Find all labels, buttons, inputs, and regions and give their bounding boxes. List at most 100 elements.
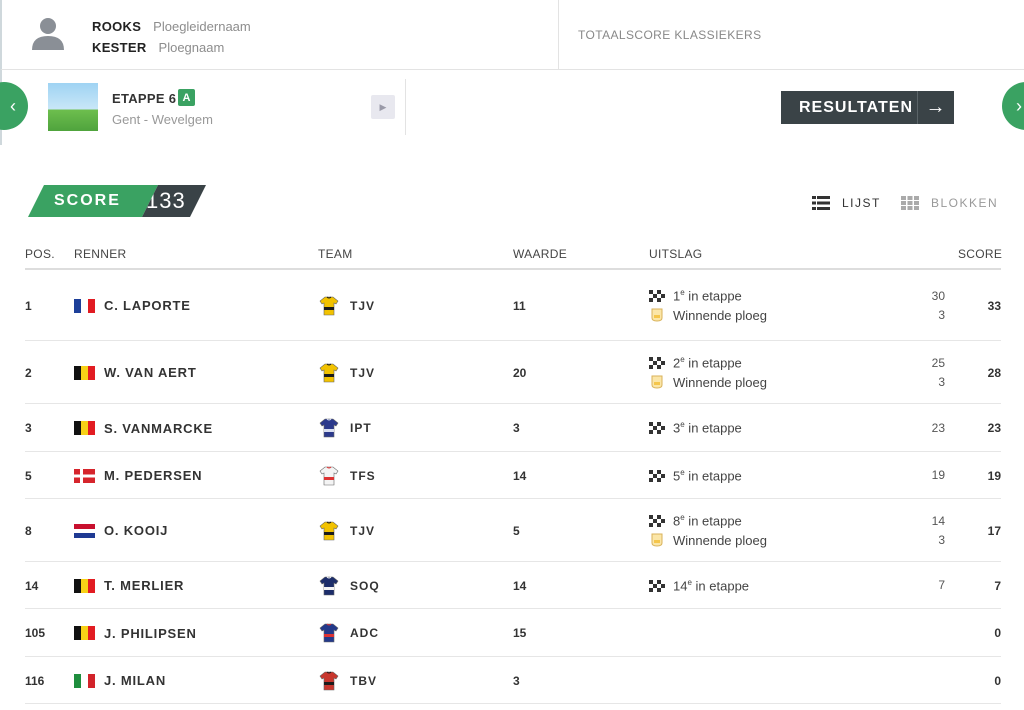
result-text-main: Winnende ploeg (673, 532, 767, 548)
result-points: 7 (905, 576, 945, 595)
results-label: RESULTATEN (799, 99, 913, 116)
table-row[interactable]: 116 J. MILAN TBV 3 0 (25, 657, 1001, 704)
chevron-right-icon: › (1016, 95, 1022, 116)
stage-expand-button[interactable]: ▶ (371, 95, 395, 119)
team-code: ADC (350, 626, 379, 640)
chevron-left-icon: ‹ (10, 95, 16, 116)
result-points-value: 3 (938, 532, 945, 547)
rider-name[interactable]: J. MILAN (104, 673, 166, 689)
team-code: IPT (350, 421, 372, 435)
result-points-value: 14 (931, 513, 945, 528)
top-bar: ROOKS Ploegleidernaam KESTER Ploegnaam TOT… (0, 0, 1024, 70)
rider-score: 23 (987, 421, 1001, 435)
rider-position: 1 (25, 298, 32, 313)
result-text-suffix: in etappe (684, 513, 742, 529)
result-points-value: 7 (938, 578, 945, 592)
rider-value: 11 (513, 298, 526, 313)
country-flag-icon (74, 626, 95, 640)
col-pos: POS. (25, 247, 55, 261)
table-row[interactable]: 5 M. PEDERSEN TFS 14 5e in etappe 19 19 (25, 452, 1001, 499)
finish-flag-icon (649, 579, 665, 592)
result-text-suffix: in etappe (684, 468, 742, 484)
result-line: Winnende ploeg (649, 531, 767, 550)
view-list-toggle[interactable]: LIJST (812, 196, 881, 210)
rider-name[interactable]: M. PEDERSEN (104, 468, 202, 484)
view-blocks-toggle[interactable]: BLOKKEN (901, 196, 998, 210)
previous-stage-button[interactable]: ‹ (0, 82, 28, 130)
blocks-label: BLOKKEN (931, 196, 999, 210)
result-list: 3e in etappe (649, 419, 742, 438)
team-jersey-icon (319, 418, 339, 438)
rider-name[interactable]: J. PHILIPSEN (104, 625, 197, 641)
winning-team-icon (651, 533, 663, 547)
result-text: Winnende ploeg (673, 533, 767, 548)
rider-name[interactable]: T. MERLIER (104, 578, 184, 594)
stage-thumbnail (48, 83, 98, 131)
col-renner: RENNER (74, 247, 127, 261)
result-points-value: 3 (938, 374, 945, 389)
team-code: TFS (350, 468, 376, 483)
col-score: SCORE (958, 247, 1003, 261)
team-code: TJV (350, 298, 376, 313)
team-jersey-icon (319, 521, 339, 541)
result-points-value: 19 (931, 468, 945, 482)
country-flag-icon (74, 468, 95, 483)
next-stage-button[interactable]: › (1002, 82, 1024, 130)
col-team: TEAM (318, 247, 353, 261)
rider-score: 19 (987, 468, 1001, 483)
total-score-tab[interactable]: TOTAALSCORE KLASSIEKERS (578, 28, 761, 42)
rider-value: 3 (513, 673, 520, 688)
result-line: Winnende ploeg (649, 373, 767, 392)
result-text-main: Winnende ploeg (673, 307, 767, 323)
result-points: 23 (905, 419, 945, 438)
stage-route: Gent - Wevelgem (112, 112, 213, 127)
result-points-value: 23 (931, 420, 945, 435)
rider-value: 5 (513, 523, 520, 538)
finish-flag-icon (649, 422, 665, 434)
table-row[interactable]: 14 T. MERLIER SOQ 14 14e in etappe 7 7 (25, 562, 1001, 609)
rider-score: 0 (994, 673, 1001, 688)
rider-position: 14 (25, 578, 39, 593)
table-row[interactable]: 8 O. KOOIJ TJV 5 8e in etappe Winnende ploeg 1… (25, 499, 1001, 562)
result-line: Winnende ploeg (649, 306, 767, 325)
team-code: SOQ (350, 578, 380, 593)
finish-flag-icon (649, 357, 665, 369)
rider-name[interactable]: W. VAN AERT (104, 365, 197, 381)
result-text-main: Winnende ploeg (673, 374, 767, 390)
table-row[interactable]: 105 J. PHILIPSEN ADC 15 0 (25, 609, 1001, 657)
result-text: 3e in etappe (673, 420, 742, 435)
table-row[interactable]: 1 C. LAPORTE TJV 11 1e in etappe Winnende plo… (25, 270, 1001, 341)
result-text: 8e in etappe (673, 513, 742, 528)
rider-name[interactable]: O. KOOIJ (104, 523, 168, 539)
team-name: KESTER (92, 40, 147, 55)
blocks-icon (901, 196, 919, 210)
result-points: 19 (905, 466, 945, 485)
result-text: 2e in etappe (673, 355, 742, 370)
score-label: SCORE (28, 185, 158, 217)
table-row[interactable]: 3 S. VANMARCKE IPT 3 3e in etappe 23 23 (25, 404, 1001, 452)
list-icon (812, 196, 830, 210)
result-list: 5e in etappe (649, 466, 742, 485)
finish-flag-icon (649, 290, 665, 302)
result-points: 30 3 (905, 287, 945, 325)
stage-divider (405, 79, 406, 135)
rider-score: 17 (987, 523, 1001, 538)
rider-score: 0 (994, 626, 1001, 640)
rider-name[interactable]: S. VANMARCKE (104, 420, 213, 436)
team-jersey-icon (319, 363, 339, 383)
table-row[interactable]: 2 W. VAN AERT TJV 20 2e in etappe Winnende pl… (25, 341, 1001, 404)
stage-bar: ‹ ETAPPE 6 A Gent - Wevelgem ▶ RESULTATE… (0, 70, 1024, 145)
rider-position: 116 (25, 673, 45, 688)
results-button[interactable]: RESULTATEN → (781, 91, 954, 124)
team-jersey-icon (319, 671, 339, 691)
leader-name: ROOKS (92, 19, 142, 34)
stage-title: ETAPPE 6 (112, 91, 177, 106)
stage-badge: A (178, 89, 195, 106)
result-points-value: 25 (931, 355, 945, 370)
result-points: 14 3 (905, 512, 945, 550)
user-avatar-icon (32, 18, 64, 50)
result-list: 14e in etappe (649, 576, 749, 595)
rider-score: 7 (994, 578, 1001, 593)
rider-position: 2 (25, 365, 32, 380)
rider-name[interactable]: C. LAPORTE (104, 298, 191, 314)
